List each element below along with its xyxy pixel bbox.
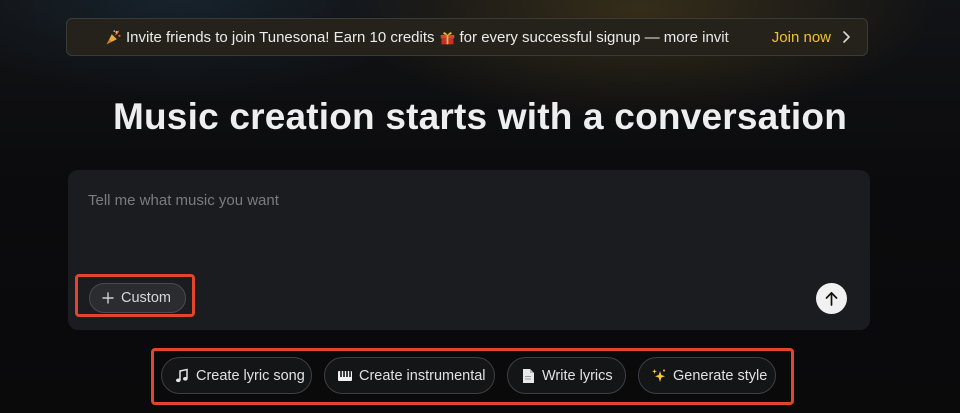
join-now-link[interactable]: Join now	[772, 19, 851, 55]
chip-label: Create instrumental	[359, 367, 486, 384]
custom-button[interactable]: Custom	[89, 283, 186, 313]
invite-banner-text: Invite friends to join Tunesona! Earn 10…	[105, 19, 805, 55]
custom-button-label: Custom	[121, 290, 171, 306]
music-note-icon	[176, 368, 188, 382]
arrow-up-icon	[825, 291, 838, 306]
piano-icon	[338, 370, 352, 381]
join-now-label: Join now	[771, 28, 831, 46]
gift-icon	[440, 31, 454, 44]
party-popper-icon	[106, 29, 121, 44]
invite-message: Invite friends to join Tunesona! Earn 10…	[126, 28, 435, 46]
write-lyrics-button[interactable]: Write lyrics	[507, 357, 626, 394]
prompt-composer: Custom	[68, 170, 870, 330]
chip-label: Write lyrics	[542, 367, 613, 384]
invite-banner: Invite friends to join Tunesona! Earn 10…	[66, 18, 868, 56]
document-icon	[523, 368, 534, 383]
invite-message-tail: for every successful signup — more invit	[459, 28, 729, 46]
prompt-input[interactable]	[88, 192, 848, 232]
chip-label: Create lyric song	[196, 367, 305, 384]
generate-style-button[interactable]: Generate style	[638, 357, 776, 394]
create-instrumental-button[interactable]: Create instrumental	[324, 357, 495, 394]
chip-label: Generate style	[673, 367, 768, 384]
page-title: Music creation starts with a conversatio…	[112, 96, 848, 137]
plus-icon	[102, 292, 114, 304]
sparkles-icon	[652, 368, 665, 382]
chevron-right-icon	[843, 31, 850, 43]
send-button[interactable]	[816, 283, 847, 314]
create-lyric-song-button[interactable]: Create lyric song	[161, 357, 312, 394]
